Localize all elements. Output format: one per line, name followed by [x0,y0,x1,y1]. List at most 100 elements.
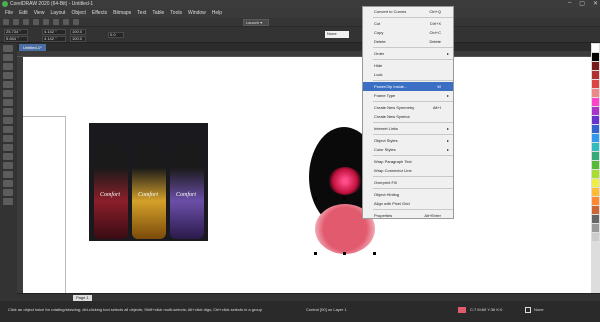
selection-handle[interactable] [343,252,346,255]
export-icon[interactable] [73,19,79,25]
selection-handle[interactable] [373,252,376,255]
undo-icon[interactable] [43,19,49,25]
height-field[interactable]: 4.142 " [42,36,66,42]
outline-color-swatch[interactable] [525,307,531,313]
swatch-silver[interactable] [592,233,599,241]
context-menu-item[interactable]: Copy Ctrl+C [363,28,453,37]
menu-edit[interactable]: Edit [16,10,31,16]
menu-text[interactable]: Text [134,10,149,16]
swatch-yellow-green[interactable] [592,170,599,178]
maximize-button[interactable]: ▢ [579,0,585,7]
context-menu-item[interactable]: Delete Delete [363,37,453,46]
add-tool-icon[interactable] [3,198,13,205]
context-menu-item[interactable]: Color Styles ▸ [363,145,453,154]
context-menu-item[interactable]: Internet Links ▸ [363,124,453,133]
menu-table[interactable]: Table [149,10,167,16]
menu-object[interactable]: Object [68,10,88,16]
rectangle-tool-icon[interactable] [3,99,13,106]
ellipse-tool-icon[interactable] [3,108,13,115]
eyedropper-icon[interactable] [3,171,13,178]
context-menu-item[interactable]: Lock [363,70,453,79]
zoom-tool-icon[interactable] [3,72,13,79]
swatch-yellow[interactable] [592,179,599,187]
polygon-tool-icon[interactable] [3,117,13,124]
transparency-tool-icon[interactable] [3,162,13,169]
crop-tool-icon[interactable] [3,63,13,70]
context-menu-item[interactable]: Wrap Paragraph Text [363,157,453,166]
open-icon[interactable] [13,19,19,25]
artistic-media-icon[interactable] [3,90,13,97]
context-menu-item[interactable]: Frame Type ▸ [363,91,453,100]
swatch-purple[interactable] [592,107,599,115]
swatch-maroon[interactable] [592,62,599,70]
context-menu-item[interactable]: Convert to Curves Ctrl+Q [363,7,453,16]
context-menu-item[interactable]: Cut Ctrl+X [363,19,453,28]
shape-tool-icon[interactable] [3,54,13,61]
swatch-violet[interactable] [592,116,599,124]
context-menu-item[interactable]: Create New Symmetry Alt+I [363,103,453,112]
context-menu-item[interactable]: PowerClip Inside... W [363,82,453,91]
menu-view[interactable]: View [31,10,48,16]
pick-tool-icon[interactable] [3,45,13,52]
import-icon[interactable] [63,19,69,25]
menu-window[interactable]: Window [185,10,209,16]
y-position-field[interactable]: 5.654 " [4,36,28,42]
swatch-gray[interactable] [592,215,599,223]
swatch-brown[interactable] [592,206,599,214]
smart-fill-icon[interactable] [3,189,13,196]
menu-file[interactable]: File [2,10,16,16]
comfort-bottles-image[interactable]: Comfort Comfort Comfort [89,123,208,241]
swatch-dark-orange[interactable] [592,197,599,205]
interactive-fill-icon[interactable] [3,180,13,187]
close-button[interactable]: ✕ [593,0,598,7]
menu-effects[interactable]: Effects [89,10,110,16]
selection-handle[interactable] [314,252,317,255]
print-icon[interactable] [33,19,39,25]
context-menu-item[interactable]: Object Hinting [363,190,453,199]
minimize-button[interactable]: – [568,0,571,7]
redo-icon[interactable] [53,19,59,25]
menu-layout[interactable]: Layout [47,10,68,16]
outline-width-dropdown[interactable]: None [325,31,349,38]
scale-width-field[interactable]: 100.0 [70,29,86,35]
swatch-light-blue[interactable] [592,134,599,142]
swatch-lime[interactable] [592,161,599,169]
swatch-light-red[interactable] [592,89,599,97]
parallel-dimension-icon[interactable] [3,135,13,142]
context-menu-item[interactable]: Align with Pixel Grid [363,199,453,208]
swatch-light-gray[interactable] [592,224,599,232]
swatch-white[interactable] [592,44,599,52]
swatch-dark-red[interactable] [592,71,599,79]
swatch-green[interactable] [592,152,599,160]
drop-shadow-icon[interactable] [3,153,13,160]
swatch-pink[interactable] [592,98,599,106]
swatch-blue[interactable] [592,125,599,133]
selection-handle[interactable] [314,197,317,200]
context-menu-item[interactable]: Order ▸ [363,49,453,58]
launch-dropdown[interactable]: Launch ▾ [243,18,269,26]
rotation-angle-field[interactable]: 0.0 [108,32,124,38]
selection-handle[interactable] [343,197,346,200]
new-document-icon[interactable] [3,19,9,25]
drawing-canvas[interactable]: Comfort Comfort Comfort [23,57,591,313]
freehand-tool-icon[interactable] [3,81,13,88]
x-position-field[interactable]: 25.734 " [4,29,28,35]
scale-height-field[interactable]: 100.0 [70,36,86,42]
save-icon[interactable] [23,19,29,25]
swatch-black[interactable] [592,53,599,61]
width-field[interactable]: 4.142 " [42,29,66,35]
context-menu-item[interactable]: Wrap Connector Line [363,166,453,175]
context-menu-item[interactable]: Overprint Fill [363,178,453,187]
context-menu-item[interactable]: Hide [363,61,453,70]
swatch-red[interactable] [592,80,599,88]
menu-help[interactable]: Help [209,10,225,16]
swatch-orange[interactable] [592,188,599,196]
context-menu-item[interactable]: Properties Alt+Enter [363,211,453,220]
swatch-teal[interactable] [592,143,599,151]
fill-color-swatch[interactable] [458,307,466,313]
context-menu-item[interactable]: Create New Symbol [363,112,453,121]
tab-untitled-1[interactable]: Untitled-1* [19,44,46,51]
context-menu-item[interactable]: Object Styles ▸ [363,136,453,145]
text-tool-icon[interactable] [3,126,13,133]
connector-tool-icon[interactable] [3,144,13,151]
